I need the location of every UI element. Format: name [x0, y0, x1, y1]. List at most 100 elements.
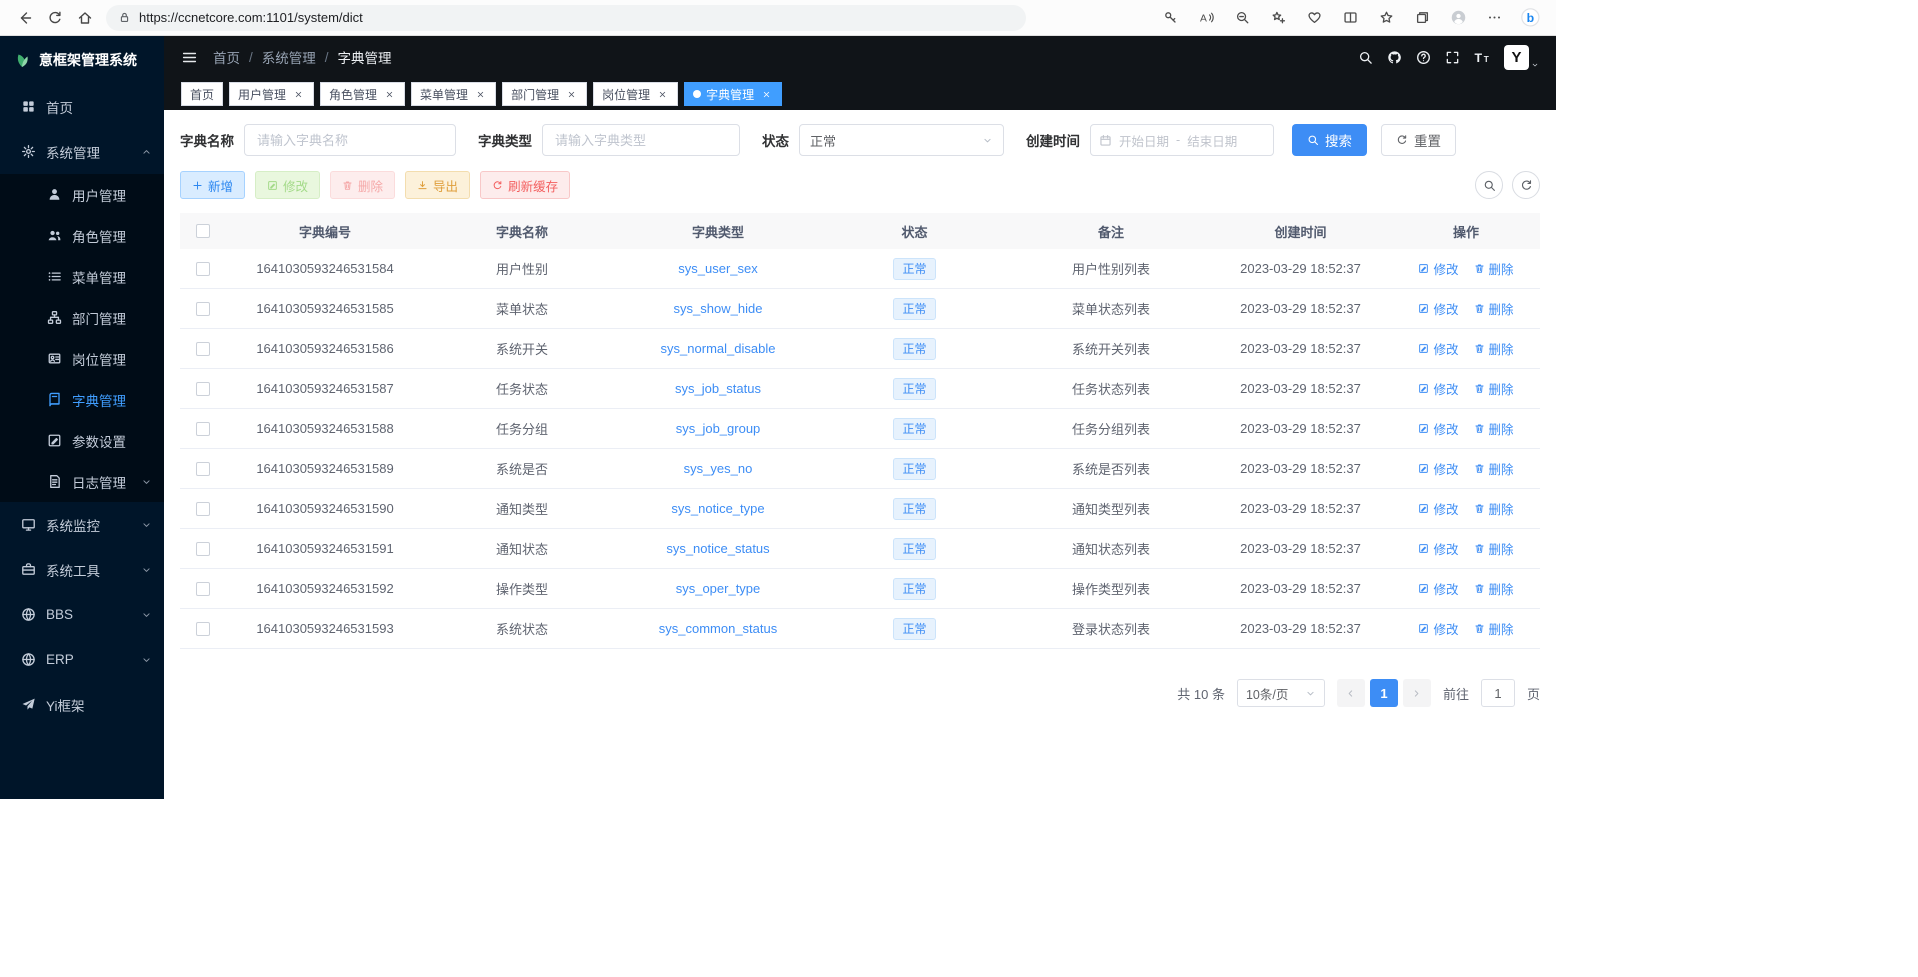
sidebar-item-post-management[interactable]: 岗位管理 — [0, 338, 164, 379]
add-favorite-icon[interactable] — [1265, 4, 1292, 31]
dict-type-link[interactable]: sys_oper_type — [676, 581, 761, 596]
row-edit-button[interactable]: 修改 — [1418, 579, 1458, 598]
row-delete-button[interactable]: 删除 — [1474, 619, 1514, 638]
row-checkbox[interactable] — [196, 462, 210, 476]
row-checkbox[interactable] — [196, 422, 210, 436]
row-delete-button[interactable]: 删除 — [1474, 259, 1514, 278]
split-screen-icon[interactable] — [1337, 4, 1364, 31]
user-avatar[interactable]: Y — [1504, 45, 1539, 70]
font-size-icon[interactable]: TT — [1474, 49, 1491, 66]
row-edit-button[interactable]: 修改 — [1418, 419, 1458, 438]
breadcrumb-system[interactable]: 系统管理 — [262, 47, 316, 67]
search-icon[interactable] — [1358, 50, 1373, 65]
row-checkbox[interactable] — [196, 342, 210, 356]
tab-post-management[interactable]: 岗位管理 — [593, 82, 678, 106]
bing-icon[interactable]: b — [1517, 4, 1544, 31]
row-delete-button[interactable]: 删除 — [1474, 499, 1514, 518]
row-checkbox[interactable] — [196, 622, 210, 636]
sidebar-item-user-management[interactable]: 用户管理 — [0, 174, 164, 215]
address-bar[interactable]: https://ccnetcore.com:1101/system/dict — [106, 5, 1026, 31]
row-edit-button[interactable]: 修改 — [1418, 339, 1458, 358]
dict-type-link[interactable]: sys_common_status — [659, 621, 778, 636]
sidebar-item-erp[interactable]: ERP — [0, 637, 164, 682]
favorites-icon[interactable] — [1373, 4, 1400, 31]
breadcrumb-home[interactable]: 首页 — [213, 47, 240, 67]
tab-menu-management[interactable]: 菜单管理 — [411, 82, 496, 106]
dict-type-link[interactable]: sys_user_sex — [678, 261, 757, 276]
close-icon[interactable] — [473, 87, 487, 101]
sidebar-item-system-monitor[interactable]: 系统监控 — [0, 502, 164, 547]
search-button[interactable]: 搜索 — [1292, 124, 1367, 156]
dict-type-link[interactable]: sys_notice_type — [671, 501, 764, 516]
row-delete-button[interactable]: 删除 — [1474, 419, 1514, 438]
refresh-table-button[interactable] — [1512, 171, 1540, 199]
prev-page-button[interactable] — [1337, 679, 1365, 707]
sidebar-item-bbs[interactable]: BBS — [0, 592, 164, 637]
export-button[interactable]: 导出 — [405, 171, 470, 199]
goto-page-input[interactable] — [1481, 679, 1515, 707]
close-icon[interactable] — [291, 87, 305, 101]
row-delete-button[interactable]: 删除 — [1474, 539, 1514, 558]
delete-button[interactable]: 删除 — [330, 171, 395, 199]
edit-button[interactable]: 修改 — [255, 171, 320, 199]
dict-type-link[interactable]: sys_job_status — [675, 381, 761, 396]
row-delete-button[interactable]: 删除 — [1474, 299, 1514, 318]
row-edit-button[interactable]: 修改 — [1418, 619, 1458, 638]
help-icon[interactable] — [1416, 50, 1431, 65]
dict-type-link[interactable]: sys_normal_disable — [661, 341, 776, 356]
sidebar-item-yi-framework[interactable]: Yi框架 — [0, 682, 164, 727]
row-edit-button[interactable]: 修改 — [1418, 379, 1458, 398]
close-icon[interactable] — [759, 87, 773, 101]
refresh-cache-button[interactable]: 刷新缓存 — [480, 171, 570, 199]
sidebar-item-log-management[interactable]: 日志管理 — [0, 461, 164, 502]
select-all-checkbox[interactable] — [196, 224, 210, 238]
hamburger-icon[interactable] — [181, 49, 198, 66]
row-checkbox[interactable] — [196, 262, 210, 276]
collections-icon[interactable] — [1409, 4, 1436, 31]
page-size-select[interactable]: 10条/页 — [1237, 679, 1325, 707]
row-checkbox[interactable] — [196, 502, 210, 516]
row-edit-button[interactable]: 修改 — [1418, 459, 1458, 478]
close-icon[interactable] — [564, 87, 578, 101]
close-icon[interactable] — [655, 87, 669, 101]
tab-dict-management[interactable]: 字典管理 — [684, 82, 782, 106]
reset-button[interactable]: 重置 — [1381, 124, 1456, 156]
dict-name-input[interactable] — [244, 124, 456, 156]
row-edit-button[interactable]: 修改 — [1418, 299, 1458, 318]
row-delete-button[interactable]: 删除 — [1474, 339, 1514, 358]
dict-type-link[interactable]: sys_notice_status — [666, 541, 769, 556]
add-button[interactable]: 新增 — [180, 171, 245, 199]
row-delete-button[interactable]: 删除 — [1474, 459, 1514, 478]
more-options-icon[interactable] — [1481, 4, 1508, 31]
row-checkbox[interactable] — [196, 302, 210, 316]
dict-type-link[interactable]: sys_yes_no — [684, 461, 753, 476]
page-1-button[interactable]: 1 — [1370, 679, 1398, 707]
profile-avatar[interactable] — [1445, 4, 1472, 31]
row-delete-button[interactable]: 删除 — [1474, 379, 1514, 398]
sidebar-item-dept-management[interactable]: 部门管理 — [0, 297, 164, 338]
toggle-search-button[interactable] — [1475, 171, 1503, 199]
date-range-picker[interactable]: 开始日期 - 结束日期 — [1090, 124, 1274, 156]
sidebar-item-system-tools[interactable]: 系统工具 — [0, 547, 164, 592]
browser-essentials-icon[interactable] — [1301, 4, 1328, 31]
refresh-button[interactable] — [40, 3, 70, 33]
tab-user-management[interactable]: 用户管理 — [229, 82, 314, 106]
back-button[interactable] — [10, 3, 40, 33]
row-delete-button[interactable]: 删除 — [1474, 579, 1514, 598]
tab-dept-management[interactable]: 部门管理 — [502, 82, 587, 106]
github-icon[interactable] — [1387, 50, 1402, 65]
home-button[interactable] — [70, 3, 100, 33]
dict-type-link[interactable]: sys_show_hide — [674, 301, 763, 316]
dict-type-link[interactable]: sys_job_group — [676, 421, 761, 436]
row-edit-button[interactable]: 修改 — [1418, 499, 1458, 518]
close-icon[interactable] — [382, 87, 396, 101]
tab-home[interactable]: 首页 — [181, 82, 223, 106]
row-edit-button[interactable]: 修改 — [1418, 539, 1458, 558]
status-select[interactable]: 正常 — [799, 124, 1004, 156]
read-aloud-icon[interactable]: A — [1193, 4, 1220, 31]
zoom-icon[interactable] — [1229, 4, 1256, 31]
tab-role-management[interactable]: 角色管理 — [320, 82, 405, 106]
password-key-icon[interactable] — [1157, 4, 1184, 31]
row-checkbox[interactable] — [196, 582, 210, 596]
sidebar-item-menu-management[interactable]: 菜单管理 — [0, 256, 164, 297]
